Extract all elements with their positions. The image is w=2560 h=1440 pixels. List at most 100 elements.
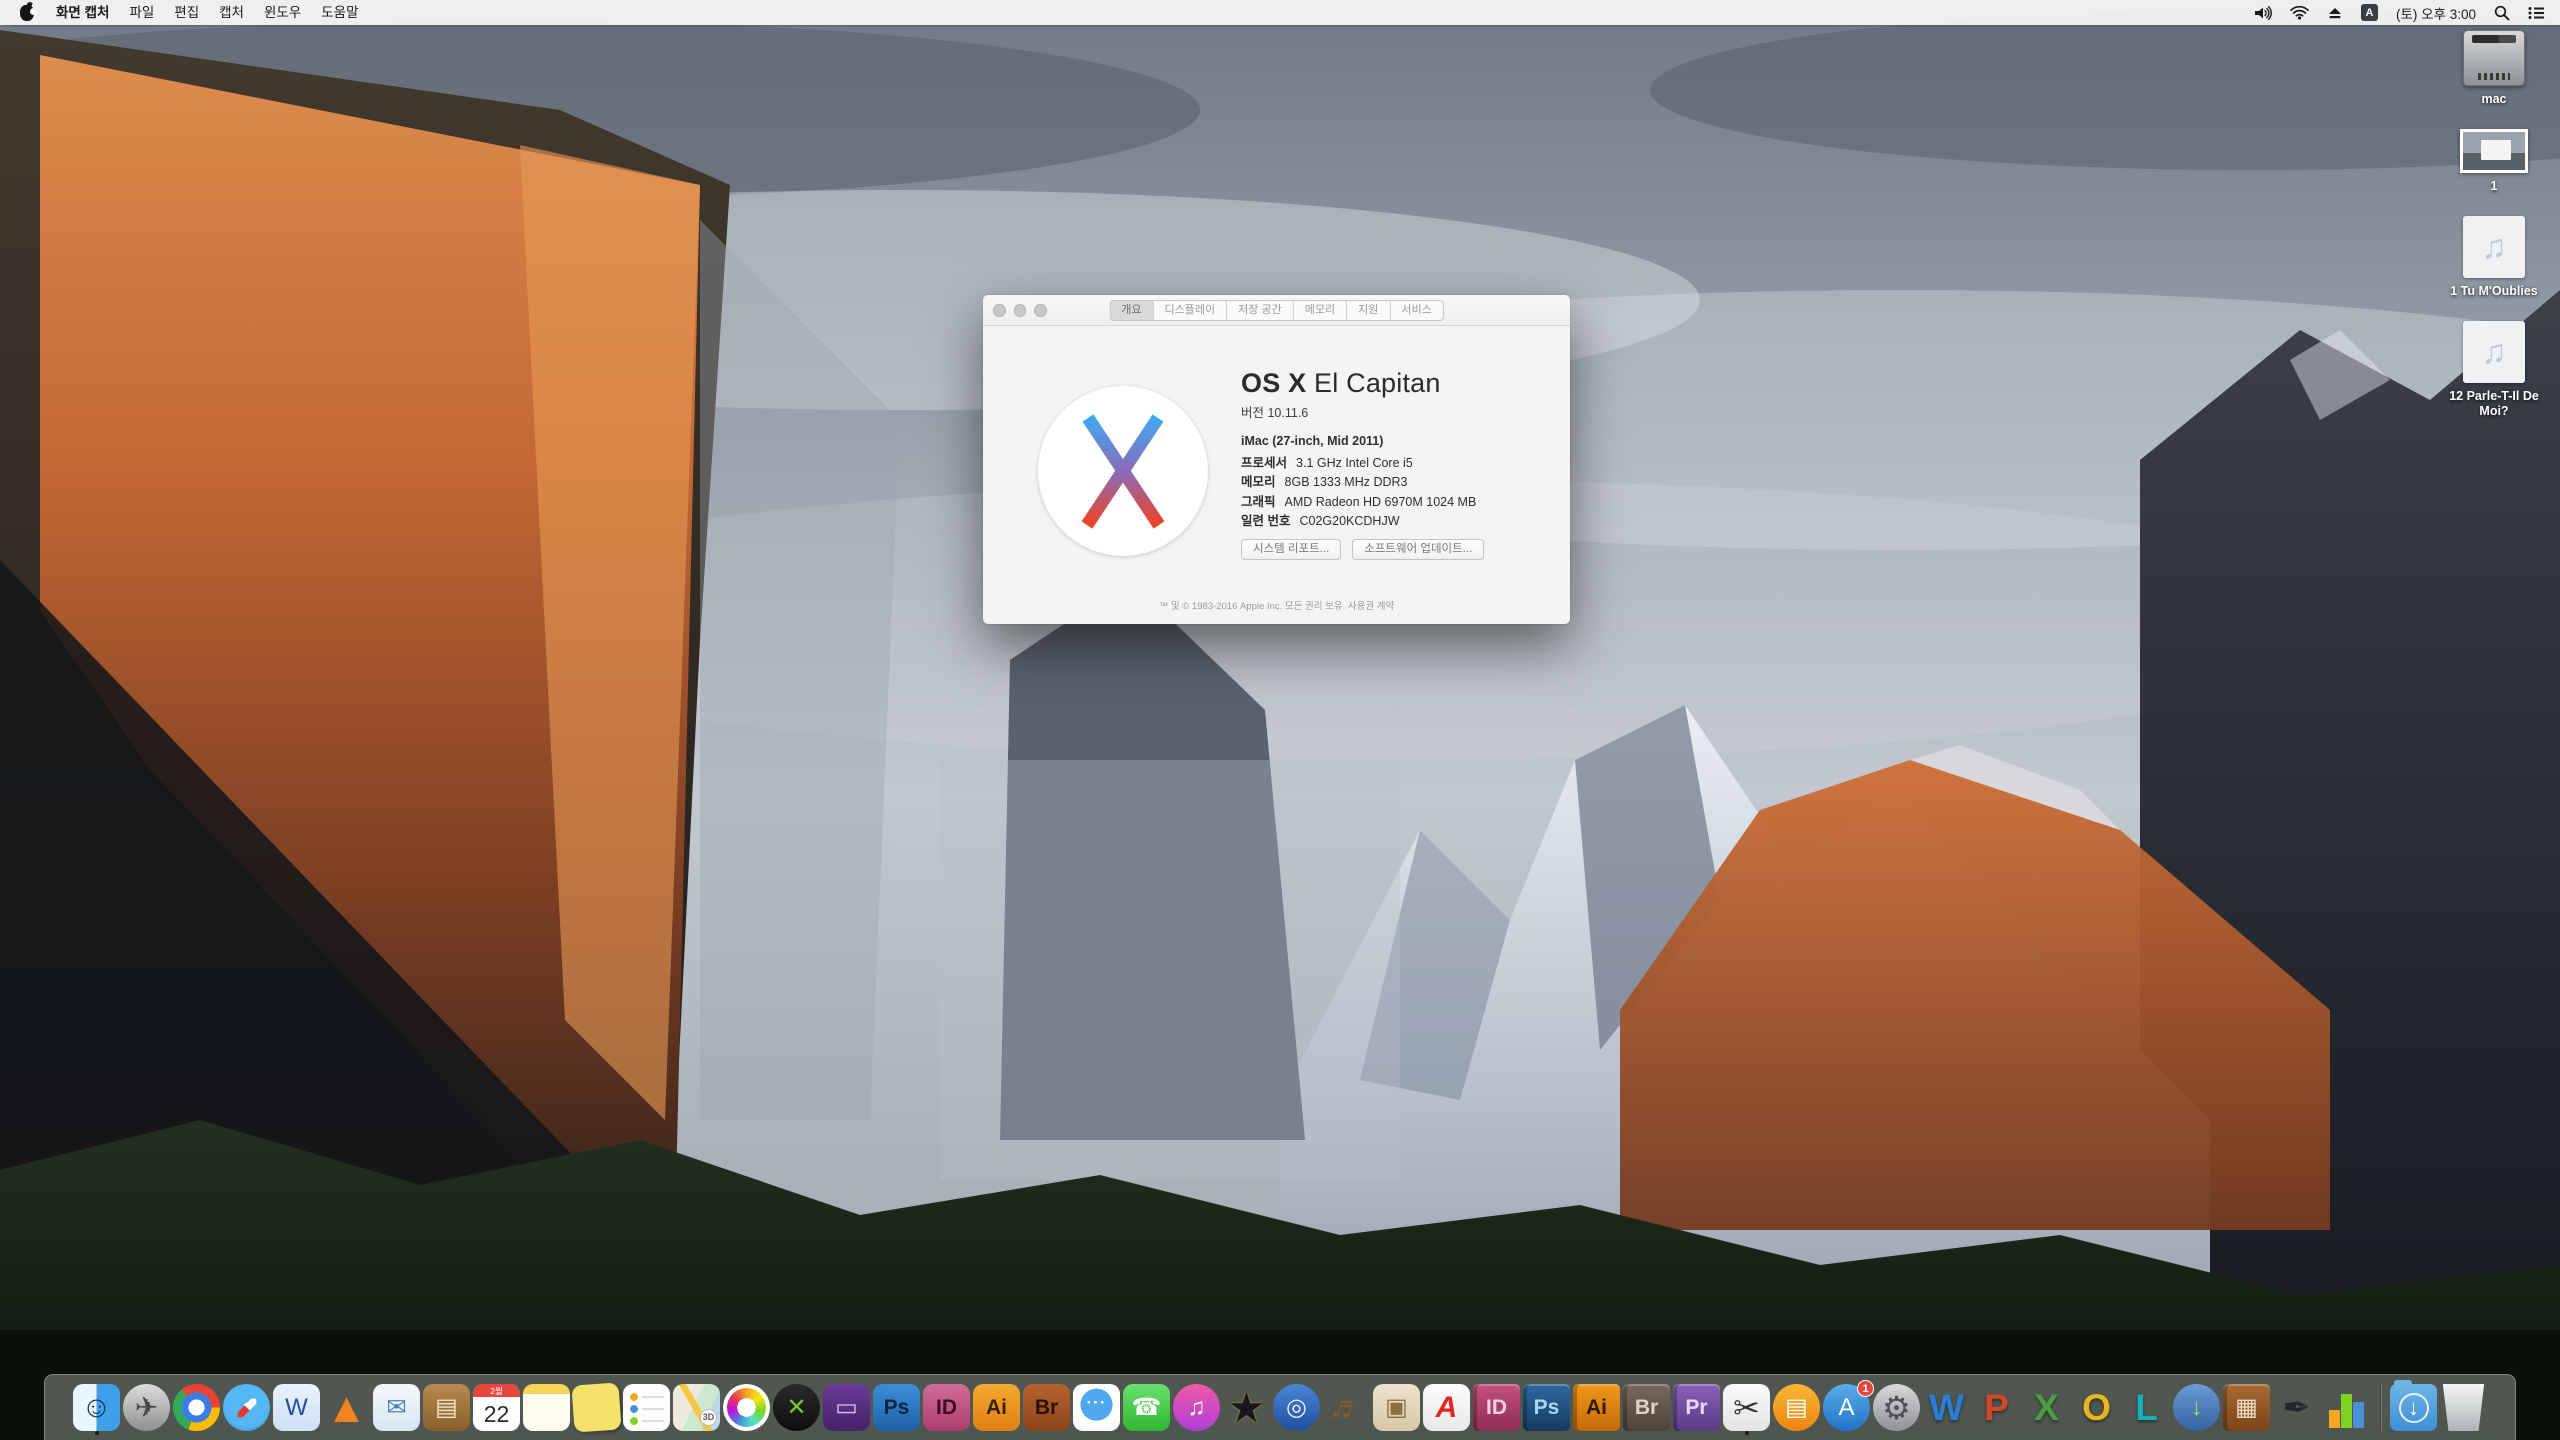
menu-캡처[interactable]: 캡처 (209, 5, 254, 20)
spec-label: 일련 번호 (1241, 514, 1291, 529)
chrome-dock-icon[interactable] (172, 1380, 222, 1436)
os-title: OS X El Capitan (1241, 368, 1441, 398)
keynote-icon: ▦ (2223, 1384, 2270, 1431)
photoshop-cs4-glyph: Ps (883, 1396, 910, 1419)
window-titlebar[interactable]: 개요 디스플레이 저장 공간 메모리 지원 서비스 (983, 295, 1570, 326)
messages-dock-icon[interactable]: ··· (1072, 1380, 1122, 1436)
excel-dock-icon[interactable]: X (2022, 1380, 2072, 1436)
menu-bar: 화면 캡처 파일 편집 캡처 윈도우 도움말 A (토) 오후 3:00 (0, 0, 2560, 25)
desktop-item-12 Parle-T-Il De Moi?[interactable]: ♫ 12 Parle-T-Il De Moi? (2430, 321, 2558, 419)
apple-menu-icon[interactable] (20, 4, 37, 21)
notes-dock-icon[interactable] (522, 1380, 572, 1436)
desktop-item-1[interactable]: 1 (2430, 129, 2558, 194)
downloads-folder-dock-icon[interactable]: ↓ (2389, 1380, 2439, 1436)
desktop-item-1 Tu M'Oublies[interactable]: ♫ 1 Tu M'Oublies (2430, 216, 2558, 299)
bridge-cs5-dock-icon[interactable]: Br (1622, 1380, 1672, 1436)
photoshop-cs4-dock-icon[interactable]: Ps (872, 1380, 922, 1436)
media-converter-icon: ✕ (773, 1384, 820, 1431)
calendar-dock-icon[interactable]: 2월 22 (472, 1380, 522, 1436)
menu-bar-clock[interactable]: (토) 오후 3:00 (2387, 0, 2485, 25)
eject-icon[interactable] (2318, 0, 2352, 25)
wallpaper-el-capitan (0, 0, 2560, 1440)
screen-capture-icon: ✂ (1723, 1384, 1770, 1431)
tab-저장 공간[interactable]: 저장 공간 (1226, 301, 1293, 320)
safari-icon (223, 1384, 270, 1431)
tab-개요[interactable]: 개요 (1110, 301, 1153, 320)
itunes-dock-icon[interactable]: ♫ (1172, 1380, 1222, 1436)
premiere-cs5-dock-icon[interactable]: Pr (1672, 1380, 1722, 1436)
imovie-dock-icon[interactable]: ★ (1222, 1380, 1272, 1436)
illustrator-cs5-dock-icon[interactable]: Ai (1572, 1380, 1622, 1436)
toast-dock-icon[interactable]: ▭ (822, 1380, 872, 1436)
safari-dock-icon[interactable] (222, 1380, 272, 1436)
system-preferences-dock-icon[interactable]: ⚙ (1872, 1380, 1922, 1436)
indesign-cs5-dock-icon[interactable]: ID (1472, 1380, 1522, 1436)
maps-dock-icon[interactable]: 3D (672, 1380, 722, 1436)
acrobat-reader-dock-icon[interactable]: A (1422, 1380, 1472, 1436)
volume-icon[interactable] (2245, 0, 2281, 25)
finder-icon: ☺ (73, 1384, 120, 1431)
photo-collage-dock-icon[interactable]: ▣ (1372, 1380, 1422, 1436)
app-store-dock-icon[interactable]: A1 (1822, 1380, 1874, 1436)
webhard-dock-icon[interactable]: W (272, 1380, 322, 1436)
zoom-button[interactable] (1034, 304, 1047, 317)
menu-파일[interactable]: 파일 (119, 5, 164, 20)
spotlight-icon[interactable] (2485, 0, 2519, 25)
finder-dock-icon[interactable]: ☺ (72, 1380, 122, 1436)
spec-label: 그래픽 (1241, 494, 1276, 509)
minimize-button[interactable] (1013, 304, 1026, 317)
ibooks-icon: ▤ (1773, 1384, 1820, 1431)
calendar-month: 2월 (473, 1384, 520, 1397)
menu-화면 캡처[interactable]: 화면 캡처 (46, 5, 119, 20)
facetime-dock-icon[interactable]: ☎ (1122, 1380, 1172, 1436)
media-converter-dock-icon[interactable]: ✕ (772, 1380, 822, 1436)
tab-디스플레이[interactable]: 디스플레이 (1152, 301, 1227, 320)
tab-지원[interactable]: 지원 (1346, 301, 1389, 320)
vlc-dock-icon[interactable]: ▲ (322, 1380, 372, 1436)
outlook-dock-icon[interactable]: O (2072, 1380, 2122, 1436)
notification-center-icon[interactable] (2519, 0, 2554, 25)
lync-dock-icon[interactable]: L (2122, 1380, 2172, 1436)
trash-dock-icon[interactable] (2439, 1380, 2489, 1436)
bridge-cs4-dock-icon[interactable]: Br (1022, 1380, 1072, 1436)
menu-bar-left: 화면 캡처 파일 편집 캡처 윈도우 도움말 (0, 0, 369, 25)
audio-file-icon: ♫ (2463, 321, 2525, 383)
pages-dock-icon[interactable]: ✒ (2272, 1380, 2322, 1436)
premiere-cs5-glyph: Pr (1685, 1396, 1708, 1419)
photos-dock-icon[interactable] (722, 1380, 772, 1436)
contacts-dock-icon[interactable]: ▤ (422, 1380, 472, 1436)
ibooks-dock-icon[interactable]: ▤ (1772, 1380, 1822, 1436)
button-시스템 리포트...[interactable]: 시스템 리포트... (1241, 539, 1342, 560)
keynote-dock-icon[interactable]: ▦ (2222, 1380, 2272, 1436)
stickies-dock-icon[interactable] (571, 1380, 622, 1436)
button-소프트웨어 업데이트...[interactable]: 소프트웨어 업데이트... (1352, 539, 1485, 560)
mac-model: iMac (27-inch, Mid 2011) (1241, 434, 1384, 448)
mail-dock-icon[interactable]: ✉ (372, 1380, 422, 1436)
photoshop-cs5-dock-icon[interactable]: Ps (1522, 1380, 1572, 1436)
downloads-folder-icon: ↓ (2390, 1380, 2437, 1431)
app-menus: 화면 캡처 파일 편집 캡처 윈도우 도움말 (46, 0, 369, 25)
launchpad-dock-icon[interactable]: ✈ (122, 1380, 172, 1436)
close-button[interactable] (993, 304, 1006, 317)
illustrator-cs4-dock-icon[interactable]: Ai (972, 1380, 1022, 1436)
word-dock-icon[interactable]: W (1922, 1380, 1972, 1436)
input-source-menu[interactable]: A (2352, 0, 2387, 25)
menu-편집[interactable]: 편집 (164, 5, 209, 20)
tab-메모리[interactable]: 메모리 (1292, 301, 1346, 320)
numbers-dock-icon[interactable] (2322, 1380, 2372, 1436)
powerpoint-dock-icon[interactable]: P (1972, 1380, 2022, 1436)
download-manager-dock-icon[interactable]: ↓ (2172, 1380, 2222, 1436)
wifi-icon[interactable] (2281, 0, 2318, 25)
messages-glyph: ··· (1086, 1393, 1107, 1412)
screen-capture-dock-icon[interactable]: ✂ (1722, 1380, 1772, 1436)
dock: ☺ ✈ W ▲ ✉ ▤ 2월 22 3D ✕ ▭ Ps ID Ai Br ··· ☎ ♫ ★ ◎ ♬ ▣ A ID Ps Ai Br… (44, 1374, 2516, 1440)
downloads-folder-glyph: ↓ (2398, 1392, 2429, 1423)
menu-도움말[interactable]: 도움말 (311, 5, 368, 20)
desktop-item-mac[interactable]: mac (2430, 30, 2558, 107)
menu-윈도우[interactable]: 윈도우 (254, 5, 311, 20)
indesign-cs4-dock-icon[interactable]: ID (922, 1380, 972, 1436)
dvd-ripper-dock-icon[interactable]: ◎ (1272, 1380, 1322, 1436)
garageband-dock-icon[interactable]: ♬ (1322, 1380, 1372, 1436)
reminders-dock-icon[interactable] (622, 1380, 672, 1436)
tab-서비스[interactable]: 서비스 (1389, 301, 1442, 320)
